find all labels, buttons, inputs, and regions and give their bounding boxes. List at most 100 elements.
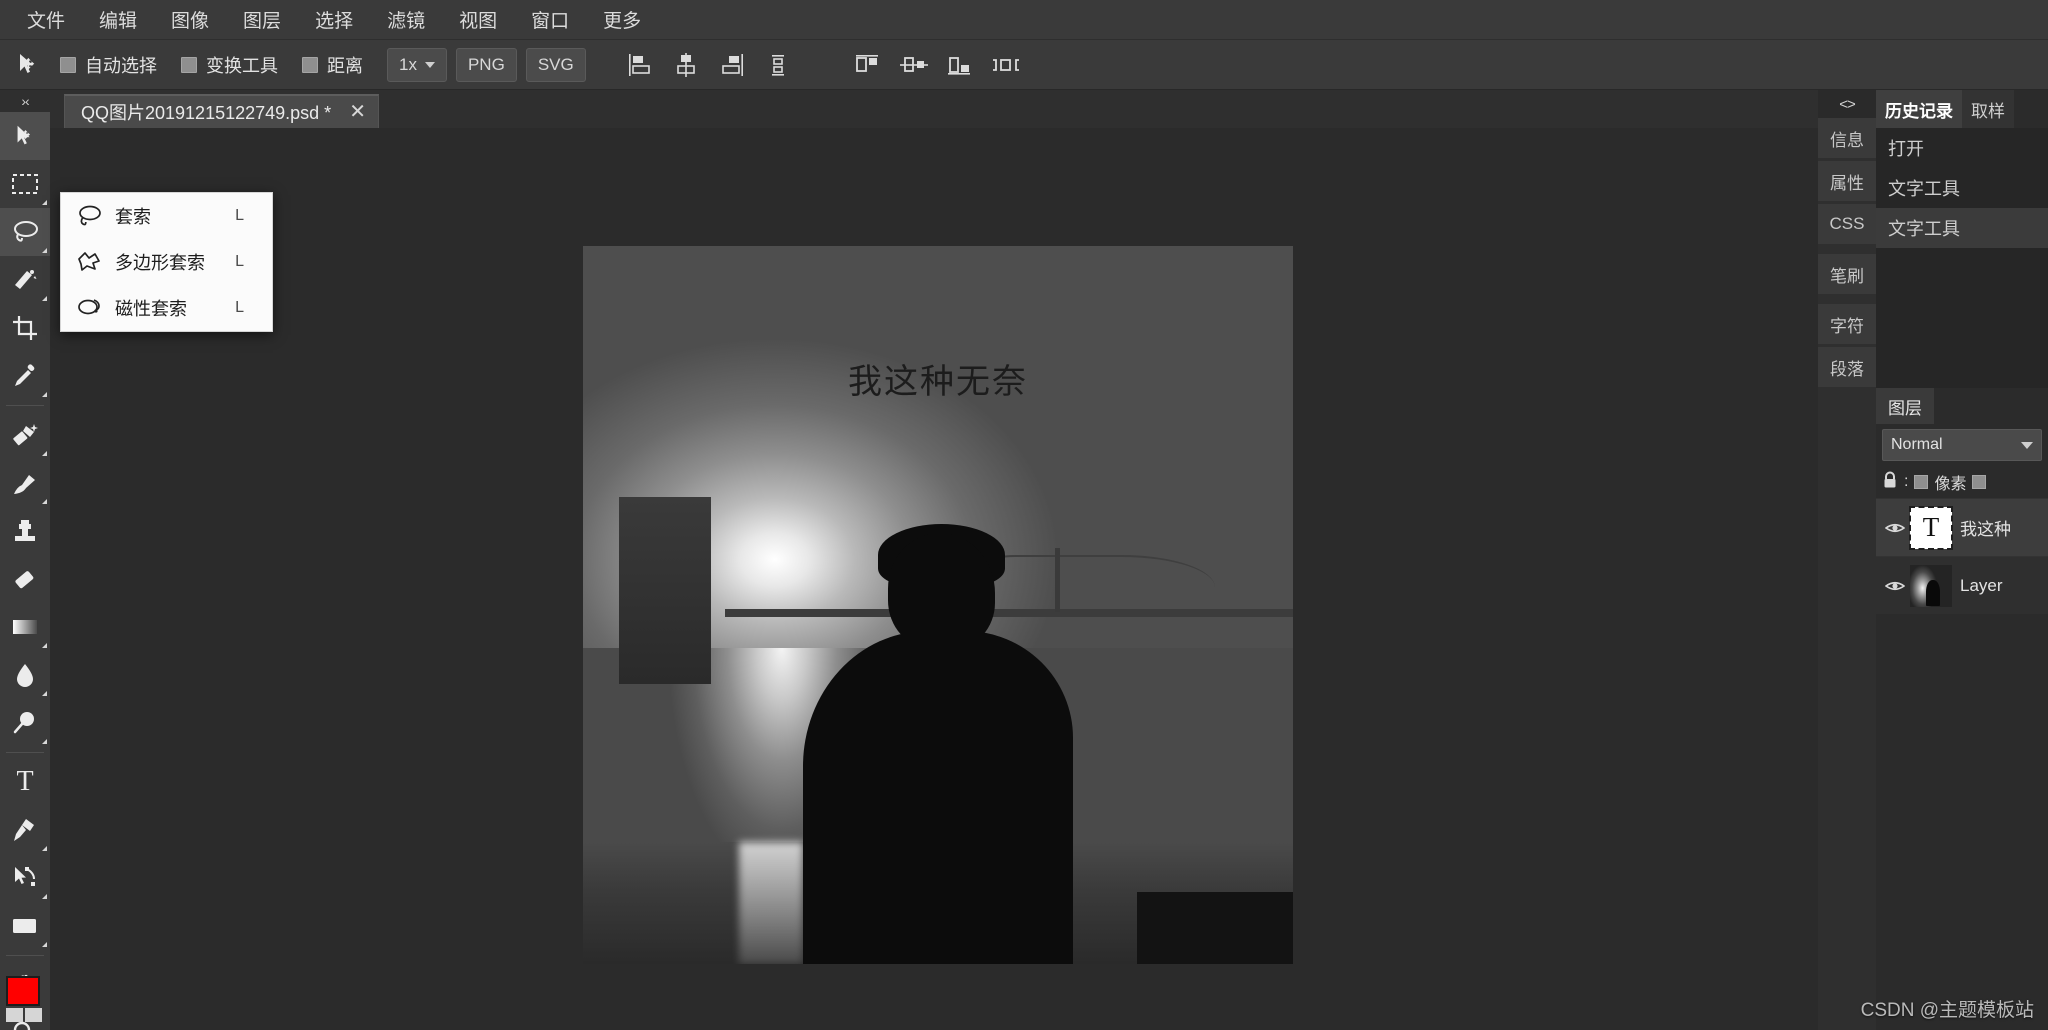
close-icon[interactable]: ✕ — [349, 102, 366, 122]
tool-type[interactable]: T — [0, 758, 50, 806]
distribute-buttons-group — [845, 44, 1029, 86]
history-item-open[interactable]: 打开 — [1876, 128, 2048, 168]
tool-clone-stamp[interactable] — [0, 507, 50, 555]
menu-item-filter[interactable]: 滤镜 — [370, 0, 442, 39]
tab-sampling[interactable]: 取样 — [1962, 90, 2014, 128]
distribute-horizontal-icon[interactable] — [983, 44, 1029, 86]
layer-visibility-icon[interactable] — [1882, 521, 1908, 535]
menu-item-image[interactable]: 图像 — [154, 0, 226, 39]
photo-dark-corner — [1136, 892, 1293, 964]
tool-crop[interactable] — [0, 304, 50, 352]
tool-dodge[interactable] — [0, 699, 50, 747]
canvas-text-layer[interactable]: 我这种无奈 — [583, 354, 1293, 403]
photo-person-silhouette — [761, 524, 1116, 964]
photopea-app-window: 文件 编辑 图像 图层 选择 滤镜 视图 窗口 更多 自动选择 变换工具 距离 — [0, 0, 2048, 1030]
tool-move[interactable] — [0, 112, 50, 160]
tab-layers[interactable]: 图层 — [1876, 388, 1934, 424]
export-png-button[interactable]: PNG — [455, 47, 517, 82]
menu-item-view[interactable]: 视图 — [442, 0, 514, 39]
menu-item-layer[interactable]: 图层 — [226, 0, 298, 39]
layer-thumbnail-text[interactable]: T — [1909, 505, 1953, 550]
vtab-paragraph[interactable]: 段落 — [1818, 347, 1876, 387]
zoom-level-dropdown[interactable]: 1x — [387, 47, 447, 82]
layer-visibility-icon[interactable] — [1882, 579, 1908, 593]
transform-tool-checkbox-box[interactable] — [181, 56, 197, 73]
tool-pen[interactable] — [0, 806, 50, 854]
tool-eraser[interactable] — [0, 555, 50, 603]
color-swatch[interactable] — [6, 976, 44, 1022]
artboard[interactable]: 我这种无奈 — [583, 246, 1293, 964]
layer-thumbnail-image[interactable] — [1910, 564, 1952, 607]
vtab-brushes[interactable]: 笔刷 — [1818, 254, 1876, 294]
layer-row-image[interactable]: Layer — [1876, 556, 2048, 614]
tool-lasso[interactable] — [0, 208, 50, 256]
align-left-icon[interactable] — [617, 44, 663, 86]
tool-magic-wand[interactable] — [0, 256, 50, 304]
tab-history[interactable]: 历史记录 — [1876, 90, 1962, 128]
tool-path-selection[interactable] — [0, 854, 50, 902]
align-right-icon[interactable] — [709, 44, 755, 86]
tool-healing-brush[interactable] — [0, 411, 50, 459]
tool-shape[interactable] — [0, 902, 50, 950]
swatch-swap-colors-icon[interactable] — [25, 1008, 42, 1022]
lasso-icon — [73, 200, 105, 232]
flyout-item-magnetic-lasso[interactable]: 磁性套索 L — [61, 285, 272, 331]
tool-blur[interactable] — [0, 651, 50, 699]
tool-gradient[interactable] — [0, 603, 50, 651]
distribute-top-icon[interactable] — [845, 44, 891, 86]
lock-pixels-checkbox[interactable] — [1914, 475, 1929, 489]
transform-tool-checkbox[interactable]: 变换工具 — [181, 52, 278, 78]
distribute-center-icon[interactable] — [891, 44, 937, 86]
align-middle-icon[interactable] — [755, 44, 801, 86]
distance-checkbox-box[interactable] — [302, 56, 318, 73]
history-item-type-tool-1[interactable]: 文字工具 — [1876, 168, 2048, 208]
vtab-css[interactable]: CSS — [1818, 204, 1876, 244]
flyout-item-lasso[interactable]: 套索 L — [61, 193, 272, 239]
layer-name-text: 我这种 — [1960, 520, 2011, 539]
tool-brush[interactable] — [0, 459, 50, 507]
swatch-mini-row[interactable] — [6, 1008, 42, 1022]
vtab-properties[interactable]: 属性 — [1818, 161, 1876, 201]
layer-row-text[interactable]: T 我这种 — [1876, 498, 2048, 556]
toolbar-divider-1 — [6, 405, 44, 406]
tool-corner-indicator — [42, 643, 47, 648]
swatch-default-colors-icon[interactable] — [6, 1008, 23, 1022]
lasso-tool-flyout-menu[interactable]: 套索 L 多边形套索 L 磁性套索 L — [60, 192, 273, 332]
distribute-bottom-icon[interactable] — [937, 44, 983, 86]
blend-mode-dropdown[interactable]: Normal — [1882, 429, 2042, 461]
chevron-down-icon — [2021, 441, 2033, 449]
export-svg-button[interactable]: SVG — [525, 47, 586, 82]
layer-name-image: Layer — [1960, 575, 2003, 595]
flyout-item-polygon-lasso-shortcut: L — [235, 253, 244, 270]
menu-item-select[interactable]: 选择 — [298, 0, 370, 39]
menu-item-window[interactable]: 窗口 — [514, 0, 586, 39]
vtab-info[interactable]: 信息 — [1818, 118, 1876, 158]
tool-eyedropper[interactable] — [0, 352, 50, 400]
menu-item-more[interactable]: 更多 — [586, 0, 658, 39]
panel-collapse-button[interactable]: <> — [1818, 90, 1876, 118]
history-item-type-tool-2[interactable]: 文字工具 — [1876, 208, 2048, 248]
lock-position-checkbox[interactable] — [1972, 475, 1987, 489]
align-center-horizontal-icon[interactable] — [663, 44, 709, 86]
document-tab[interactable]: QQ图片20191215122749.psd * ✕ — [64, 94, 379, 128]
text-layer-t-icon: T — [1922, 512, 1940, 542]
canvas-workspace[interactable]: 我这种无奈 — [50, 128, 1818, 1030]
document-tab-strip: QQ图片20191215122749.psd * ✕ — [50, 90, 1818, 128]
menu-item-edit[interactable]: 编辑 — [82, 0, 154, 39]
tool-corner-indicator — [42, 200, 47, 205]
photo-building-silhouette — [618, 497, 711, 684]
auto-select-checkbox[interactable]: 自动选择 — [60, 52, 157, 78]
toolbar-collapse-button[interactable]: ›‹ — [0, 90, 50, 112]
tool-corner-indicator — [42, 499, 47, 504]
distance-checkbox[interactable]: 距离 — [302, 52, 363, 78]
polygon-lasso-icon — [73, 246, 105, 278]
tool-corner-indicator — [42, 296, 47, 301]
flyout-item-polygon-lasso[interactable]: 多边形套索 L — [61, 239, 272, 285]
tool-marquee[interactable] — [0, 160, 50, 208]
tool-options-bar: 自动选择 变换工具 距离 1x PNG SVG — [0, 40, 2048, 90]
foreground-color-swatch[interactable] — [6, 976, 40, 1006]
menu-item-file[interactable]: 文件 — [10, 0, 82, 39]
vtab-character[interactable]: 字符 — [1818, 304, 1876, 344]
document-tab-title: QQ图片20191215122749.psd * — [81, 103, 332, 123]
auto-select-checkbox-box[interactable] — [60, 56, 76, 73]
